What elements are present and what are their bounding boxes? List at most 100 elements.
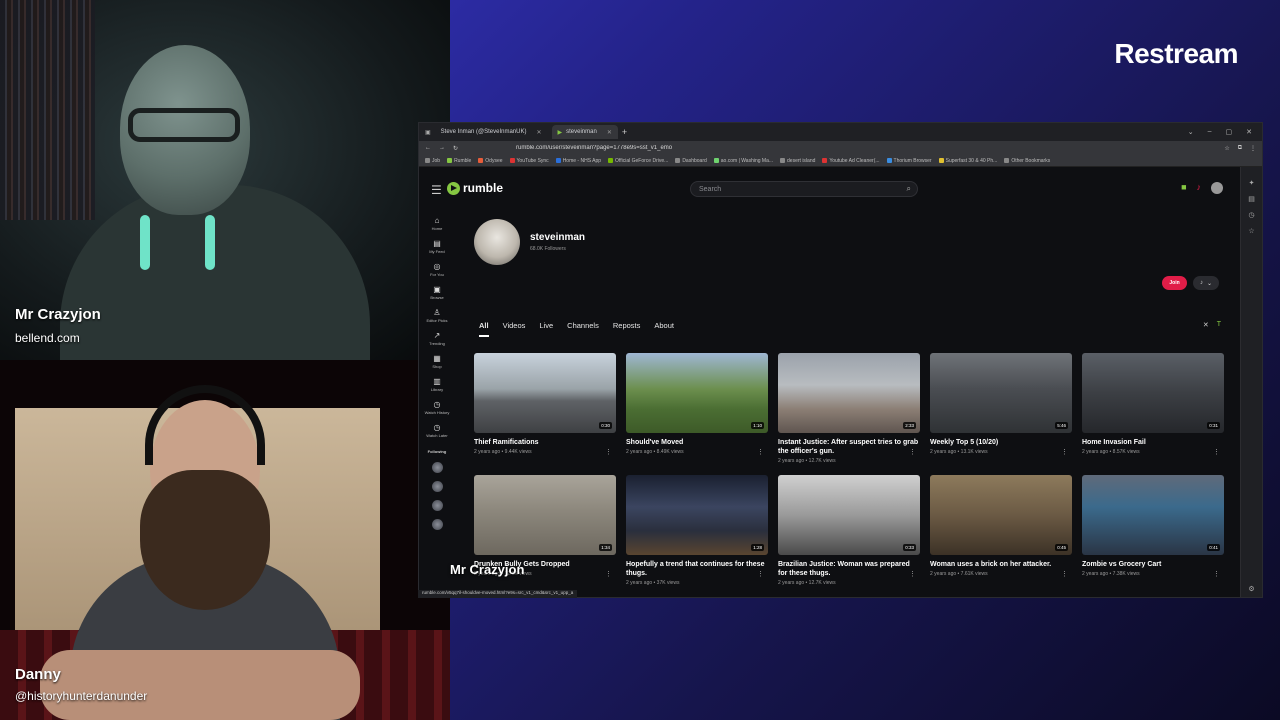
video-thumbnail[interactable] [626, 597, 768, 598]
video-title[interactable]: Woman uses a brick on her attacker. [930, 560, 1072, 569]
sidebar-item-editor-picks[interactable]: ♙ Editor Picks [420, 307, 454, 323]
chevron-down-icon[interactable]: ⌄ [1188, 128, 1194, 136]
tab-overview-icon[interactable]: ▣ [425, 129, 431, 136]
video-thumbnail[interactable]: 2:33 [778, 353, 920, 433]
video-thumbnail[interactable]: 1:28 [626, 475, 768, 555]
video-card[interactable]: 1:28 Hopefully a trend that continues for… [626, 475, 768, 597]
more-options-icon[interactable]: ⋮ [1061, 570, 1068, 578]
sidebar-item-shop[interactable]: ▦ Shop [420, 353, 454, 369]
truth-social-icon[interactable]: T [1217, 321, 1221, 329]
video-title[interactable]: Home Invasion Fail [1082, 438, 1224, 447]
sidebar-item-trending[interactable]: ↗ Trending [420, 330, 454, 346]
tab-reposts[interactable]: Reposts [613, 321, 641, 337]
following-channel-avatar[interactable] [431, 481, 443, 492]
more-options-icon[interactable]: ⋮ [757, 570, 764, 578]
bookmark-item[interactable]: Thorium Browser [886, 158, 932, 164]
video-card[interactable] [930, 597, 1072, 598]
video-title[interactable]: Thief Ramifications [474, 438, 616, 447]
bookmark-item[interactable]: Superfast 30 & 40 Ph... [938, 158, 997, 164]
star-icon[interactable]: ☆ [1248, 227, 1254, 235]
more-options-icon[interactable]: ⋮ [1213, 448, 1220, 456]
video-card[interactable]: 5:46 Weekly Top 5 (10/20) 2 years ago • 13… [930, 353, 1072, 475]
upload-camera-icon[interactable]: ■ [1181, 182, 1186, 194]
video-card[interactable]: 1:10 Should've Moved 2 years ago • 8.49K v… [626, 353, 768, 475]
following-channel-avatar[interactable] [431, 462, 443, 473]
browser-tab-active[interactable]: ▶ steveinman ✕ [551, 125, 618, 139]
video-thumbnail[interactable] [1082, 597, 1224, 598]
video-card[interactable]: 0:45 Woman uses a brick on her attacker. 2… [930, 475, 1072, 597]
sidebar-item-home[interactable]: ⌂ Home [420, 215, 454, 231]
more-options-icon[interactable]: ⋮ [1061, 448, 1068, 456]
bookmark-item[interactable]: Odysee [478, 158, 503, 164]
bookmark-item[interactable]: Rumble [447, 158, 471, 164]
more-options-icon[interactable]: ⋮ [909, 448, 916, 456]
search-icon[interactable]: ⌕ [907, 184, 911, 194]
x-social-icon[interactable]: ✕ [1203, 321, 1209, 329]
reload-icon[interactable]: ↻ [453, 145, 458, 152]
video-thumbnail[interactable]: 0:45 [930, 475, 1072, 555]
video-card[interactable]: 0:33 Brazilian Justice: Woman was prepare… [778, 475, 920, 597]
close-icon[interactable]: ✕ [607, 129, 612, 136]
video-card[interactable] [626, 597, 768, 598]
video-card[interactable] [778, 597, 920, 598]
hamburger-menu-icon[interactable]: ☰ [431, 183, 442, 197]
video-thumbnail[interactable]: 0:30 [474, 353, 616, 433]
sidebar-item-library[interactable]: ▥ Library [420, 376, 454, 392]
notification-bell-icon[interactable]: ♪ [1197, 182, 1202, 194]
following-channel-avatar[interactable] [431, 500, 443, 511]
bookmark-item[interactable]: Job [425, 158, 440, 164]
video-thumbnail[interactable]: 5:46 [930, 353, 1072, 433]
tab-channels[interactable]: Channels [567, 321, 599, 337]
video-thumbnail[interactable]: 0:31 [1082, 353, 1224, 433]
video-card[interactable] [1082, 597, 1224, 598]
tab-all[interactable]: All [479, 321, 489, 337]
sidebar-item-watch-history[interactable]: ◷ Watch History [420, 399, 454, 415]
video-card[interactable]: 0:30 Thief Ramifications 2 years ago • 9.4… [474, 353, 616, 475]
rumble-logo[interactable]: rumble [447, 181, 503, 195]
join-button[interactable]: Join [1162, 276, 1187, 290]
video-title[interactable]: Instant Justice: After suspect tries to … [778, 438, 920, 456]
new-tab-button[interactable]: + [622, 127, 627, 137]
bookmark-item[interactable]: ao.com | Washing Ma... [713, 158, 773, 164]
bookmark-item[interactable]: Dashboard [675, 158, 707, 164]
video-title[interactable]: Should've Moved [626, 438, 768, 447]
avatar[interactable] [1211, 182, 1223, 194]
video-card[interactable]: 0:31 Home Invasion Fail 2 years ago • 8.57… [1082, 353, 1224, 475]
video-title[interactable]: Weekly Top 5 (10/20) [930, 438, 1072, 447]
tab-videos[interactable]: Videos [503, 321, 526, 337]
video-title[interactable]: Hopefully a trend that continues for the… [626, 560, 768, 578]
sidebar-item-browse[interactable]: ▣ Browse [420, 284, 454, 300]
video-thumbnail[interactable] [778, 597, 920, 598]
star-icon[interactable]: ☆ [1224, 145, 1229, 152]
extensions-icon[interactable]: ⧉ [1238, 145, 1242, 152]
url-field[interactable]: rumble.com/user/steveinman?page=1778e9s=… [516, 145, 1216, 151]
close-window-button[interactable]: ✕ [1246, 128, 1252, 136]
more-options-icon[interactable]: ⋮ [909, 570, 916, 578]
sidebar-item-watch-later[interactable]: ◷ Watch Later [420, 422, 454, 438]
settings-gear-icon[interactable]: ⚙ [1248, 585, 1254, 593]
sidebar-item-my-feed[interactable]: ▤ My Feed [420, 238, 454, 254]
back-icon[interactable]: ← [425, 145, 431, 151]
more-options-icon[interactable]: ⋮ [757, 448, 764, 456]
more-options-icon[interactable]: ⋮ [605, 448, 612, 456]
bookmark-item[interactable]: Official GeForce Drive... [608, 158, 668, 164]
forward-icon[interactable]: → [439, 145, 445, 151]
bookmark-item[interactable]: Other Bookmarks [1004, 158, 1050, 164]
video-thumbnail[interactable]: 0:33 [778, 475, 920, 555]
browser-tab[interactable]: Steve Inman (@SteveInmanUK) ✕ [435, 125, 548, 139]
history-icon[interactable]: ◷ [1248, 211, 1254, 219]
puzzle-icon[interactable]: ✦ [1249, 179, 1255, 187]
video-title[interactable]: Brazilian Justice: Woman was prepared fo… [778, 560, 920, 578]
video-title[interactable]: Zombie vs Grocery Cart [1082, 560, 1224, 569]
channel-avatar[interactable] [474, 219, 520, 265]
search-input[interactable]: Search ⌕ [690, 181, 918, 197]
bookmark-item[interactable]: desert island [780, 158, 815, 164]
sidebar-item-for-you[interactable]: ◎ For You [420, 261, 454, 277]
more-options-icon[interactable]: ⋮ [1213, 570, 1220, 578]
tab-about[interactable]: About [654, 321, 674, 337]
video-thumbnail[interactable]: 1:10 [626, 353, 768, 433]
menu-icon[interactable]: ⋮ [1250, 145, 1256, 152]
bookmark-item[interactable]: YouTube Sync [509, 158, 549, 164]
close-icon[interactable]: ✕ [536, 129, 541, 136]
minimize-button[interactable]: – [1208, 128, 1212, 136]
